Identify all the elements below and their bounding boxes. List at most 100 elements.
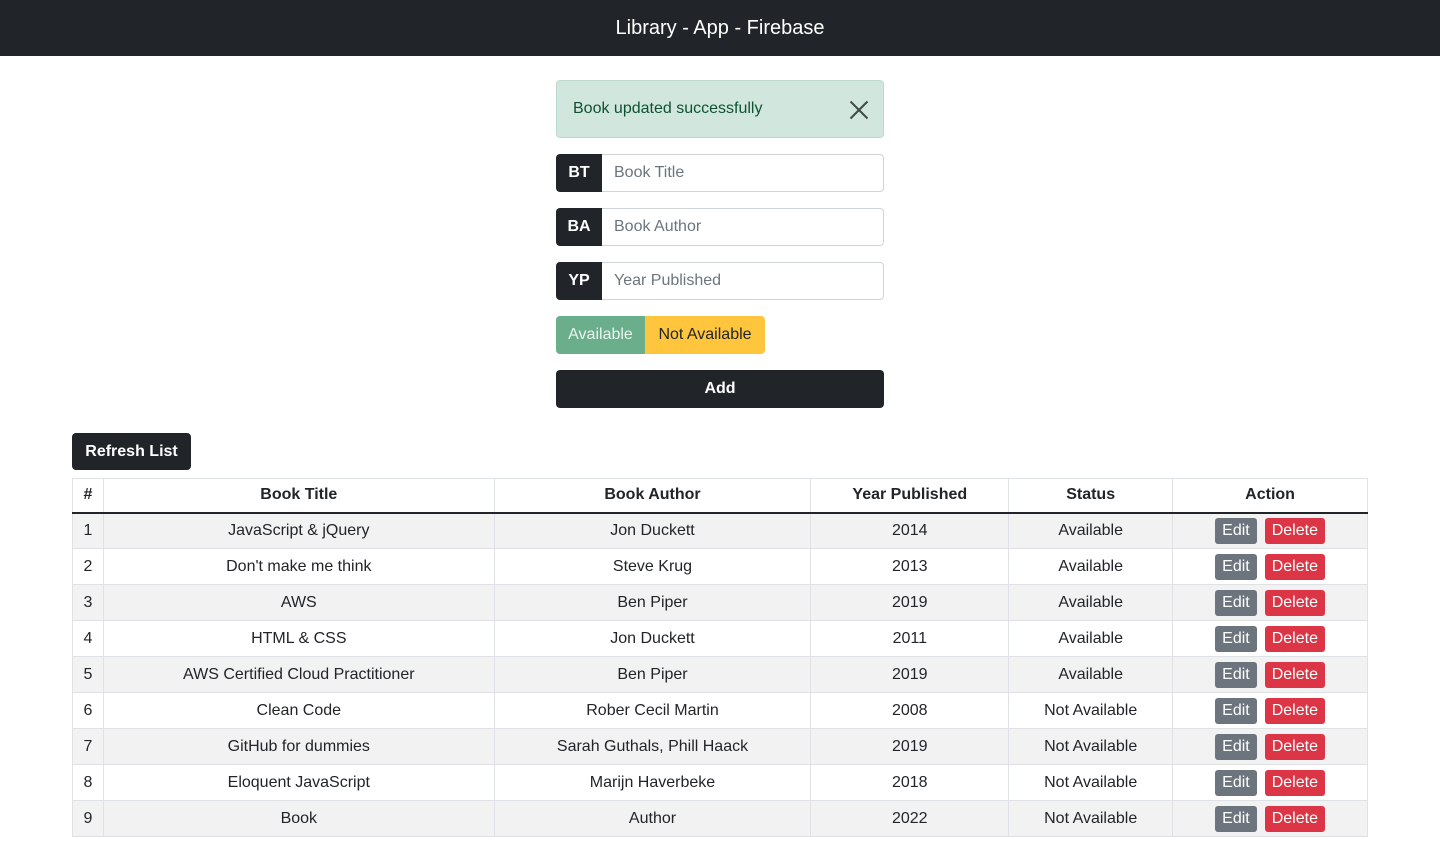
- row-status: Available: [1008, 620, 1174, 657]
- delete-button[interactable]: Delete: [1264, 769, 1325, 796]
- row-status: Not Available: [1008, 728, 1174, 765]
- row-year: 2019: [810, 656, 1010, 693]
- row-number: 8: [72, 764, 104, 801]
- row-number: 7: [72, 728, 104, 765]
- row-status: Not Available: [1008, 692, 1174, 729]
- book-author-input[interactable]: [602, 208, 884, 246]
- books-table: # Book Title Book Author Year Published …: [72, 478, 1368, 837]
- edit-button[interactable]: Edit: [1215, 589, 1257, 616]
- edit-button[interactable]: Edit: [1215, 553, 1257, 580]
- title-prefix: BT: [556, 154, 602, 192]
- edit-button[interactable]: Edit: [1215, 661, 1257, 688]
- delete-button[interactable]: Delete: [1264, 661, 1325, 688]
- row-title: AWS: [102, 584, 495, 621]
- row-author: Marijn Haverbeke: [493, 764, 812, 801]
- edit-button[interactable]: Edit: [1215, 625, 1257, 652]
- author-input-group: BA: [556, 208, 884, 246]
- year-input-group: YP: [556, 262, 884, 300]
- refresh-list-button[interactable]: Refresh List: [72, 433, 191, 470]
- row-status: Available: [1008, 548, 1174, 585]
- not-available-button[interactable]: Not Available: [645, 316, 765, 354]
- edit-button[interactable]: Edit: [1215, 697, 1257, 724]
- app-title: Library - App - Firebase: [615, 16, 825, 39]
- row-number: 5: [72, 656, 104, 693]
- add-button[interactable]: Add: [556, 370, 884, 408]
- edit-button[interactable]: Edit: [1215, 517, 1257, 544]
- delete-button[interactable]: Delete: [1264, 697, 1325, 724]
- row-title: JavaScript & jQuery: [102, 512, 495, 549]
- row-status: Not Available: [1008, 764, 1174, 801]
- row-year: 2008: [810, 692, 1010, 729]
- row-status: Not Available: [1008, 800, 1174, 837]
- row-title: Eloquent JavaScript: [102, 764, 495, 801]
- row-actions: Edit Delete: [1172, 620, 1368, 657]
- table-row: 1 JavaScript & jQuery Jon Duckett 2014 A…: [72, 512, 1368, 549]
- row-author: Sarah Guthals, Phill Haack: [493, 728, 812, 765]
- alert-message: Book updated successfully: [573, 100, 763, 117]
- row-actions: Edit Delete: [1172, 548, 1368, 585]
- delete-button[interactable]: Delete: [1264, 589, 1325, 616]
- row-author: Author: [493, 800, 812, 837]
- table-row: 4 HTML & CSS Jon Duckett 2011 Available …: [72, 620, 1368, 657]
- row-year: 2019: [810, 728, 1010, 765]
- year-published-input[interactable]: [602, 262, 884, 300]
- row-year: 2019: [810, 584, 1010, 621]
- row-number: 6: [72, 692, 104, 729]
- row-status: Available: [1008, 584, 1174, 621]
- row-actions: Edit Delete: [1172, 656, 1368, 693]
- table-row: 2 Don't make me think Steve Krug 2013 Av…: [72, 548, 1368, 585]
- row-author: Ben Piper: [493, 656, 812, 693]
- year-prefix: YP: [556, 262, 602, 300]
- delete-button[interactable]: Delete: [1264, 553, 1325, 580]
- row-year: 2014: [810, 512, 1010, 549]
- author-prefix: BA: [556, 208, 602, 246]
- row-year: 2018: [810, 764, 1010, 801]
- header-book-author: Book Author: [493, 478, 812, 514]
- row-number: 2: [72, 548, 104, 585]
- row-actions: Edit Delete: [1172, 800, 1368, 837]
- table-row: 5 AWS Certified Cloud Practitioner Ben P…: [72, 656, 1368, 693]
- row-actions: Edit Delete: [1172, 728, 1368, 765]
- book-title-input[interactable]: [602, 154, 884, 192]
- delete-button[interactable]: Delete: [1264, 625, 1325, 652]
- close-icon[interactable]: [849, 100, 869, 120]
- row-year: 2011: [810, 620, 1010, 657]
- header-status: Status: [1008, 478, 1174, 514]
- header-action: Action: [1172, 478, 1368, 514]
- success-alert: Book updated successfully: [556, 80, 884, 138]
- table-row: 8 Eloquent JavaScript Marijn Haverbeke 2…: [72, 764, 1368, 801]
- edit-button[interactable]: Edit: [1215, 805, 1257, 832]
- table-header-row: # Book Title Book Author Year Published …: [72, 478, 1368, 514]
- row-actions: Edit Delete: [1172, 692, 1368, 729]
- row-status: Available: [1008, 512, 1174, 549]
- row-status: Available: [1008, 656, 1174, 693]
- row-author: Ben Piper: [493, 584, 812, 621]
- delete-button[interactable]: Delete: [1264, 805, 1325, 832]
- table-row: 3 AWS Ben Piper 2019 Available Edit Delet…: [72, 584, 1368, 621]
- row-title: Clean Code: [102, 692, 495, 729]
- header-year-published: Year Published: [810, 478, 1010, 514]
- row-author: Jon Duckett: [493, 620, 812, 657]
- table-row: 7 GitHub for dummies Sarah Guthals, Phil…: [72, 728, 1368, 765]
- delete-button[interactable]: Delete: [1264, 733, 1325, 760]
- edit-button[interactable]: Edit: [1215, 769, 1257, 796]
- row-author: Jon Duckett: [493, 512, 812, 549]
- title-input-group: BT: [556, 154, 884, 192]
- row-year: 2022: [810, 800, 1010, 837]
- available-button[interactable]: Available: [556, 316, 645, 354]
- edit-button[interactable]: Edit: [1215, 733, 1257, 760]
- row-number: 1: [72, 512, 104, 549]
- table-row: 9 Book Author 2022 Not Available Edit Del…: [72, 800, 1368, 837]
- delete-button[interactable]: Delete: [1264, 517, 1325, 544]
- table-row: 6 Clean Code Rober Cecil Martin 2008 Not…: [72, 692, 1368, 729]
- row-number: 3: [72, 584, 104, 621]
- header-book-title: Book Title: [102, 478, 495, 514]
- navbar: Library - App - Firebase: [0, 0, 1440, 56]
- row-actions: Edit Delete: [1172, 764, 1368, 801]
- row-author: Steve Krug: [493, 548, 812, 585]
- row-title: Book: [102, 800, 495, 837]
- row-author: Rober Cecil Martin: [493, 692, 812, 729]
- row-actions: Edit Delete: [1172, 512, 1368, 549]
- row-actions: Edit Delete: [1172, 584, 1368, 621]
- book-form: Book updated successfully BT BA YP Avail…: [556, 80, 884, 408]
